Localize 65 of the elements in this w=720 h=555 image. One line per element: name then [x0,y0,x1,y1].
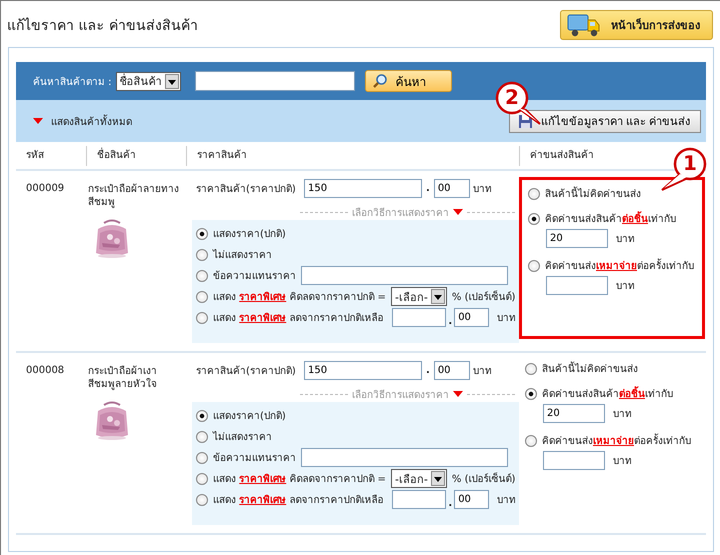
decimal-point: . [448,316,452,327]
option-label: สินค้านี้ไม่คิดค่าขนส่ง [545,186,641,201]
section-heading: เลือกวิธีการแสดงราคา [352,388,449,402]
section-heading: เลือกวิธีการแสดงราคา [352,206,449,220]
unit-label: บาท [497,312,516,325]
decimal-point: . [448,498,452,509]
shipping-page-button[interactable]: หน้าเว็บการส่งของ [560,10,713,40]
search-button[interactable]: ค้นหา [364,70,452,92]
unit-label: % (เปอร์เซ็นต์) [452,471,516,486]
product-code: 000008 [25,364,66,378]
option-label: คิดค่าขนส่งเหมาจ่ายต่อครั้งเท่ากับ [542,433,691,448]
option-label: แสดง ราคาพิเศษ ลดจากราคาปกติเหลือ [213,312,384,325]
price-label: ราคาสินค้า(ราคาปกติ) [196,182,297,196]
column-header: รหัส [25,148,45,162]
input-field[interactable]: 20 [546,229,608,248]
special-price-link[interactable]: ราคาพิเศษ [239,292,286,303]
input-field[interactable]: 20 [543,404,605,423]
option-label: คิดค่าขนส่งสินค้าต่อชิ้นเท่ากับ [542,386,673,401]
search-by-dropdown[interactable]: ชื่อสินค้า [116,72,181,90]
unit-label: บาท [613,455,632,468]
dropdown[interactable]: -เลือก- [390,469,447,488]
unit-label: % (เปอร์เซ็นต์) [452,289,516,304]
page-title: แก้ไขราคา และ ค่าขนส่งสินค้า [7,16,198,36]
callout-badge: 1 [658,146,708,192]
dropdown[interactable]: -เลือก- [390,287,447,306]
product-code: 000009 [25,182,66,196]
option-label: คิดค่าขนส่งเหมาจ่ายต่อครั้งเท่ากับ [545,258,694,273]
currency-label: บาท [472,183,492,196]
input-field[interactable]: 00 [454,490,490,509]
search-label: ค้นหาสินค้าตาม : [33,76,112,88]
option-label: แสดงราคา(ปกติ) [213,228,286,241]
option-label: แสดง ราคาพิเศษ ลดจากราคาปกติเหลือ [213,494,384,507]
price-field[interactable]: 150 [304,361,422,380]
special-price-link[interactable]: ราคาพิเศษ [239,474,286,485]
unit-label: บาท [497,494,516,507]
option-label: ข้อความแทนราคา [213,452,296,465]
column-header: ราคาสินค้า [186,146,519,166]
option-label: ข้อความแทนราคา [213,270,296,283]
unit-label: บาท [613,408,632,421]
option-label: สินค้านี้ไม่คิดค่าขนส่ง [542,361,638,376]
option-label: แสดง ราคาพิเศษ คิดลดจากราคาปกติ = [213,472,386,486]
decimal-field[interactable]: 00 [434,361,470,380]
product-name: กระเป๋าถือผ้าเงาสีชมพูลายหัวใจ [87,364,158,391]
show-all-link[interactable]: แสดงสินค้าทั้งหมด [51,114,132,128]
option-label: ไม่แสดงราคา [213,430,272,444]
product-name: กระเป๋าถือผ้าลายทางสีชมพู [87,182,180,209]
rate-type-link[interactable]: เหมาจ่าย [593,436,634,447]
option-label: แสดง ราคาพิเศษ คิดลดจากราคาปกติ = [213,290,386,304]
option-label: แสดงราคา(ปกติ) [213,410,286,423]
price-label: ราคาสินค้า(ราคาปกติ) [196,364,297,378]
special-price-link[interactable]: ราคาพิเศษ [239,495,286,506]
special-price-link[interactable]: ราคาพิเศษ [239,313,286,324]
currency-label: บาท [472,365,492,378]
column-header: ชื่อสินค้า [86,146,186,166]
decimal-point: . [426,365,430,376]
decimal-field[interactable]: 00 [434,179,470,198]
input-field[interactable]: 00 [454,308,490,327]
option-label: คิดค่าขนส่งสินค้าต่อชิ้นเท่ากับ [545,211,676,226]
decimal-point: . [426,183,430,194]
price-field[interactable]: 150 [304,179,422,198]
rate-type-link[interactable]: เหมาจ่าย [596,261,637,272]
save-button[interactable]: แก้ไขข้อมูลราคา และ ค่าขนส่ง [508,110,701,132]
unit-label: บาท [616,280,635,293]
unit-label: บาท [616,233,635,246]
option-label: ไม่แสดงราคา [213,248,272,262]
